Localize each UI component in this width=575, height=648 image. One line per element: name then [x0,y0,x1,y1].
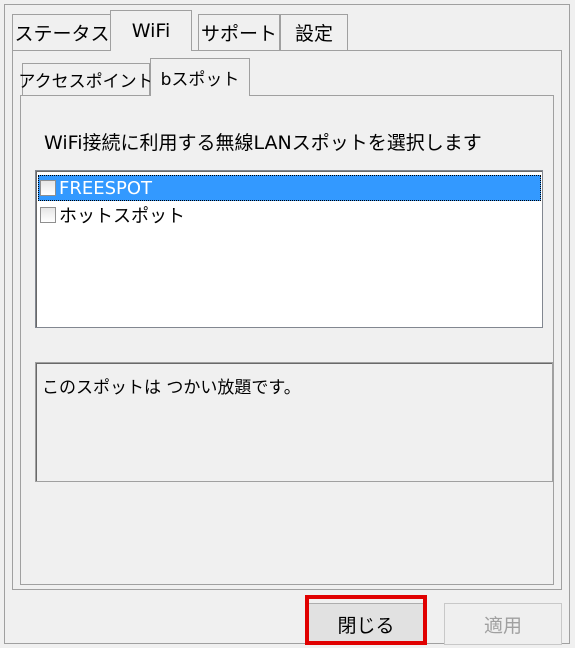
tab-support[interactable]: サポート [198,14,280,50]
spot-info-box: このスポットは つかい放題です。 [35,362,553,482]
hotspot-checkbox[interactable] [40,207,56,223]
subtab-b-spot[interactable]: bスポット [150,58,250,96]
spot-info-text: このスポットは つかい放題です。 [42,378,301,398]
tab-status-label: ステータス [14,23,110,45]
tab-settings-label: 設定 [294,23,333,45]
spot-listbox[interactable]: FREESPOT ホットスポット [35,170,543,328]
list-item-hotspot[interactable]: ホットスポット [38,202,541,228]
tab-status[interactable]: ステータス [12,14,112,50]
spot-selection-description: WiFi接続に利用する無線LANスポットを選択します [44,132,482,154]
apply-button-label: 適用 [483,614,522,637]
freespot-checkbox[interactable] [40,180,56,196]
freespot-label: FREESPOT [59,177,153,199]
b-spot-panel [20,95,554,585]
tab-wifi[interactable]: WiFi [110,10,192,51]
subtab-access-point[interactable]: アクセスポイント [18,63,154,95]
list-item-freespot[interactable]: FREESPOT [38,175,541,201]
close-button-highlight [305,595,427,645]
apply-button[interactable]: 適用 [444,603,562,645]
tab-support-label: サポート [200,23,277,45]
hotspot-label: ホットスポット [59,206,185,227]
subtab-access-point-label: アクセスポイント [18,72,154,92]
subtab-b-spot-label: bスポット [160,70,240,90]
tab-wifi-label: WiFi [131,20,171,42]
tab-settings[interactable]: 設定 [280,14,348,50]
